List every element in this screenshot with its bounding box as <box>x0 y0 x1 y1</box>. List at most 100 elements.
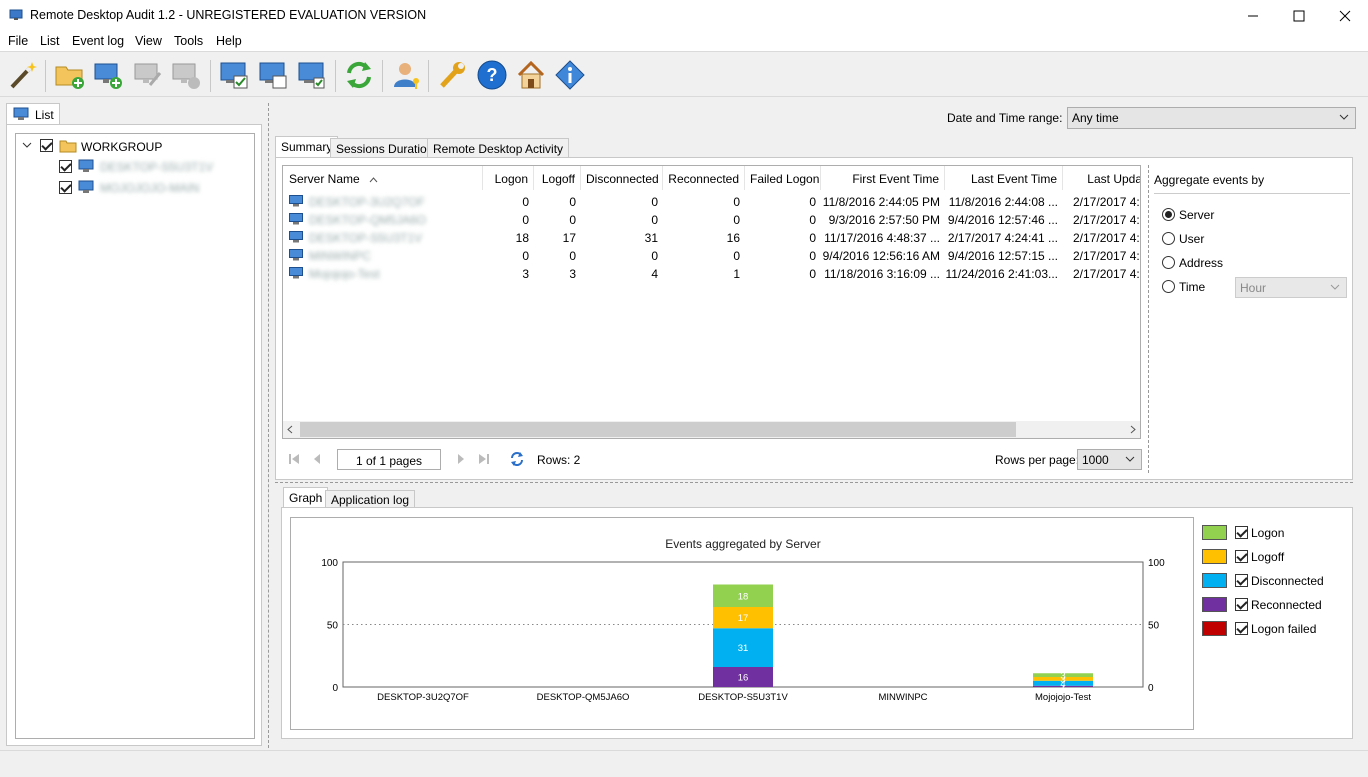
y-tick-label-right: 0 <box>1148 683 1154 694</box>
radio-address-label[interactable]: Address <box>1179 256 1223 270</box>
tab-remote-desktop-activity[interactable]: Remote Desktop Activity <box>427 138 570 158</box>
time-unit-select[interactable]: Hour <box>1235 277 1347 298</box>
rows-per-page-label: Rows per page: <box>995 453 1080 467</box>
refresh-icon[interactable] <box>509 451 525 467</box>
table-row[interactable]: MINWINPC 0 0 0 0 0 9/4/2016 12:56:16 AM 9/4/201… <box>283 247 1140 265</box>
scroll-left-icon[interactable] <box>286 425 295 434</box>
column-header-logoff[interactable]: Logoff <box>534 166 581 190</box>
computer-checkbox[interactable] <box>59 181 72 194</box>
check-all-button[interactable] <box>216 57 252 93</box>
radio-address[interactable] <box>1162 256 1175 269</box>
radio-user[interactable] <box>1162 232 1175 245</box>
tab-application-log[interactable]: Application log <box>325 490 416 508</box>
scroll-right-icon[interactable] <box>1128 425 1137 434</box>
menu-help[interactable]: Help <box>216 34 242 48</box>
title-bar: Remote Desktop Audit 1.2 - UNREGISTERED … <box>0 0 1368 31</box>
column-header-server-name[interactable]: Server Name <box>283 166 483 190</box>
summary-grid[interactable]: Server Name Logon Logoff Disconnected Re… <box>282 165 1141 439</box>
legend-label[interactable]: Logoff <box>1251 550 1284 564</box>
tab-summary[interactable]: Summary <box>275 136 339 159</box>
settings-button[interactable] <box>434 57 470 93</box>
add-computer-button[interactable] <box>90 57 126 93</box>
add-group-button[interactable] <box>52 57 88 93</box>
horizontal-splitter[interactable] <box>275 482 1353 483</box>
table-row[interactable]: Mojojojo-Test 3 3 4 1 0 11/18/2016 3:16:09 ...… <box>283 265 1140 283</box>
invert-check-button[interactable] <box>294 57 330 93</box>
radio-server[interactable] <box>1162 208 1175 221</box>
workgroup-checkbox[interactable] <box>40 139 53 152</box>
column-header-last-event-time[interactable]: Last Event Time <box>945 166 1063 190</box>
computer-remove-icon <box>172 63 200 89</box>
minimize-button[interactable] <box>1230 0 1276 31</box>
page-indicator[interactable]: 1 of 1 pages <box>337 449 441 470</box>
table-row[interactable]: DESKTOP-QM5JA6O 0 0 0 0 0 9/3/2016 2:57:50 PM 9… <box>283 211 1140 229</box>
edit-computer-button[interactable] <box>130 57 166 93</box>
legend-label[interactable]: Reconnected <box>1251 598 1322 612</box>
computer-tree: WORKGROUP DESKTOP-S5U3T1V MOJOJOJO-MAIN <box>15 133 255 739</box>
tab-sessions-duration[interactable]: Sessions Duration <box>330 138 440 158</box>
wizard-button[interactable] <box>5 57 41 93</box>
column-header-reconnected[interactable]: Reconnected <box>663 166 745 190</box>
refresh-button[interactable] <box>341 57 377 93</box>
legend-label[interactable]: Logon failed <box>1251 622 1316 636</box>
column-header-disconnected[interactable]: Disconnected <box>581 166 663 190</box>
menu-view[interactable]: View <box>135 34 162 48</box>
tree-computer-label[interactable]: DESKTOP-S5U3T1V <box>100 160 213 174</box>
legend-label[interactable]: Logon <box>1251 526 1284 540</box>
toolbar: ? <box>0 51 1368 97</box>
computer-checkbox[interactable] <box>59 160 72 173</box>
column-header-last-update[interactable]: Last Upda <box>1063 166 1140 190</box>
folder-add-icon <box>55 66 84 89</box>
remove-computer-button[interactable] <box>168 57 204 93</box>
about-button[interactable] <box>552 57 588 93</box>
help-button[interactable]: ? <box>474 57 510 93</box>
horizontal-scrollbar[interactable] <box>283 421 1140 438</box>
tree-computer-label[interactable]: MOJOJOJO-MAIN <box>100 181 199 195</box>
radio-time[interactable] <box>1162 280 1175 293</box>
table-row[interactable]: DESKTOP-S5U3T1V 18 17 31 16 0 11/17/2016 4:48:… <box>283 229 1140 247</box>
column-header-failed-logon[interactable]: Failed Logon <box>745 166 821 190</box>
legend-checkbox[interactable] <box>1235 598 1248 611</box>
wrench-icon <box>440 62 465 88</box>
rows-per-page-select[interactable]: 1000 <box>1077 449 1142 470</box>
scroll-thumb[interactable] <box>300 422 1016 437</box>
column-header-logon[interactable]: Logon <box>483 166 534 190</box>
chevron-down-icon[interactable] <box>22 141 32 149</box>
tree-workgroup-label[interactable]: WORKGROUP <box>81 140 162 154</box>
menu-list[interactable]: List <box>40 34 59 48</box>
radio-server-label[interactable]: Server <box>1179 208 1214 222</box>
x-tick-label: Mojojojo-Test <box>1035 692 1091 703</box>
menu-event-log[interactable]: Event log <box>72 34 124 48</box>
first-page-icon[interactable] <box>287 452 301 466</box>
credentials-button[interactable] <box>389 57 425 93</box>
close-button[interactable] <box>1322 0 1368 31</box>
radio-time-label[interactable]: Time <box>1179 280 1205 294</box>
maximize-button[interactable] <box>1276 0 1322 31</box>
column-header-first-event-time[interactable]: First Event Time <box>821 166 945 190</box>
home-icon <box>517 60 545 89</box>
last-page-icon[interactable] <box>477 452 491 466</box>
radio-user-label[interactable]: User <box>1179 232 1204 246</box>
legend-checkbox[interactable] <box>1235 622 1248 635</box>
uncheck-all-button[interactable] <box>255 57 291 93</box>
table-row[interactable]: DESKTOP-3U2Q7OF 0 0 0 0 0 11/8/2016 2:44:05 PM… <box>283 193 1140 211</box>
column-header-label: Server Name <box>289 172 360 186</box>
time-unit-value: Hour <box>1240 281 1267 295</box>
y-tick-label-left: 100 <box>321 558 338 569</box>
legend-checkbox[interactable] <box>1235 574 1248 587</box>
tab-graph[interactable]: Graph <box>283 487 329 508</box>
next-page-icon[interactable] <box>454 452 468 466</box>
tab-application-log-label: Application log <box>331 493 410 507</box>
home-button[interactable] <box>513 57 549 93</box>
legend-checkbox[interactable] <box>1235 526 1248 539</box>
legend-swatch <box>1202 525 1227 540</box>
menu-file[interactable]: File <box>8 34 28 48</box>
date-range-select[interactable]: Any time <box>1067 107 1356 129</box>
vertical-splitter[interactable] <box>268 103 269 748</box>
menu-tools[interactable]: Tools <box>174 34 203 48</box>
cell-server-name: Mojojojo-Test <box>309 267 380 281</box>
legend-label[interactable]: Disconnected <box>1251 574 1324 588</box>
previous-page-icon[interactable] <box>310 452 324 466</box>
tab-list[interactable]: List <box>6 103 60 125</box>
legend-checkbox[interactable] <box>1235 550 1248 563</box>
